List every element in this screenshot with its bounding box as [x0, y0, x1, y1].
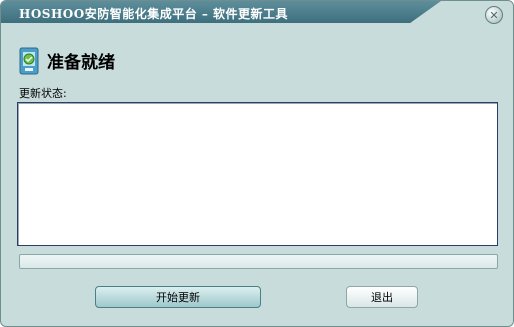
window-title: HOSHOO安防智能化集成平台 – 软件更新工具 — [19, 7, 289, 21]
title-bar[interactable]: HOSHOO安防智能化集成平台 – 软件更新工具 ✕ — [1, 1, 513, 24]
start-update-button[interactable]: 开始更新 — [95, 286, 261, 308]
app-update-icon — [19, 47, 39, 75]
close-icon: ✕ — [489, 8, 499, 22]
close-button[interactable]: ✕ — [485, 6, 503, 24]
exit-button[interactable]: 退出 — [346, 286, 418, 308]
update-status-label: 更新状态: — [19, 87, 67, 100]
status-heading: 准备就绪 — [47, 53, 115, 73]
update-tool-window: HOSHOO安防智能化集成平台 – 软件更新工具 ✕ 准备就绪 更新状态: 开始… — [0, 0, 514, 327]
update-status-log[interactable] — [17, 102, 498, 246]
update-progress-bar — [19, 254, 498, 269]
